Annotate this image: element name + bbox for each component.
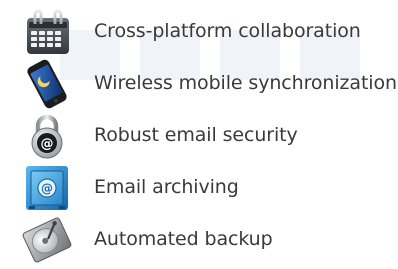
safe-at-icon: @ xyxy=(21,162,73,214)
feature-label: Email archiving xyxy=(94,176,239,198)
smartphone-icon xyxy=(21,58,73,110)
list-item: Automated backup xyxy=(0,214,398,266)
list-item: Cross-platform collaboration xyxy=(0,6,398,58)
feature-label: Cross-platform collaboration xyxy=(94,20,361,42)
svg-text:@: @ xyxy=(41,182,53,196)
calendar-icon xyxy=(21,6,73,58)
list-item: Wireless mobile synchronization xyxy=(0,58,398,110)
padlock-at-icon: @ xyxy=(21,110,73,162)
list-item: @ Email archiving xyxy=(0,162,398,214)
list-item: @ Robust email security xyxy=(0,110,398,162)
feature-label: Automated backup xyxy=(94,228,273,250)
feature-label: Wireless mobile synchronization xyxy=(94,72,397,94)
hard-drive-icon xyxy=(21,214,73,266)
feature-label: Robust email security xyxy=(94,124,298,146)
svg-text:@: @ xyxy=(41,137,54,152)
